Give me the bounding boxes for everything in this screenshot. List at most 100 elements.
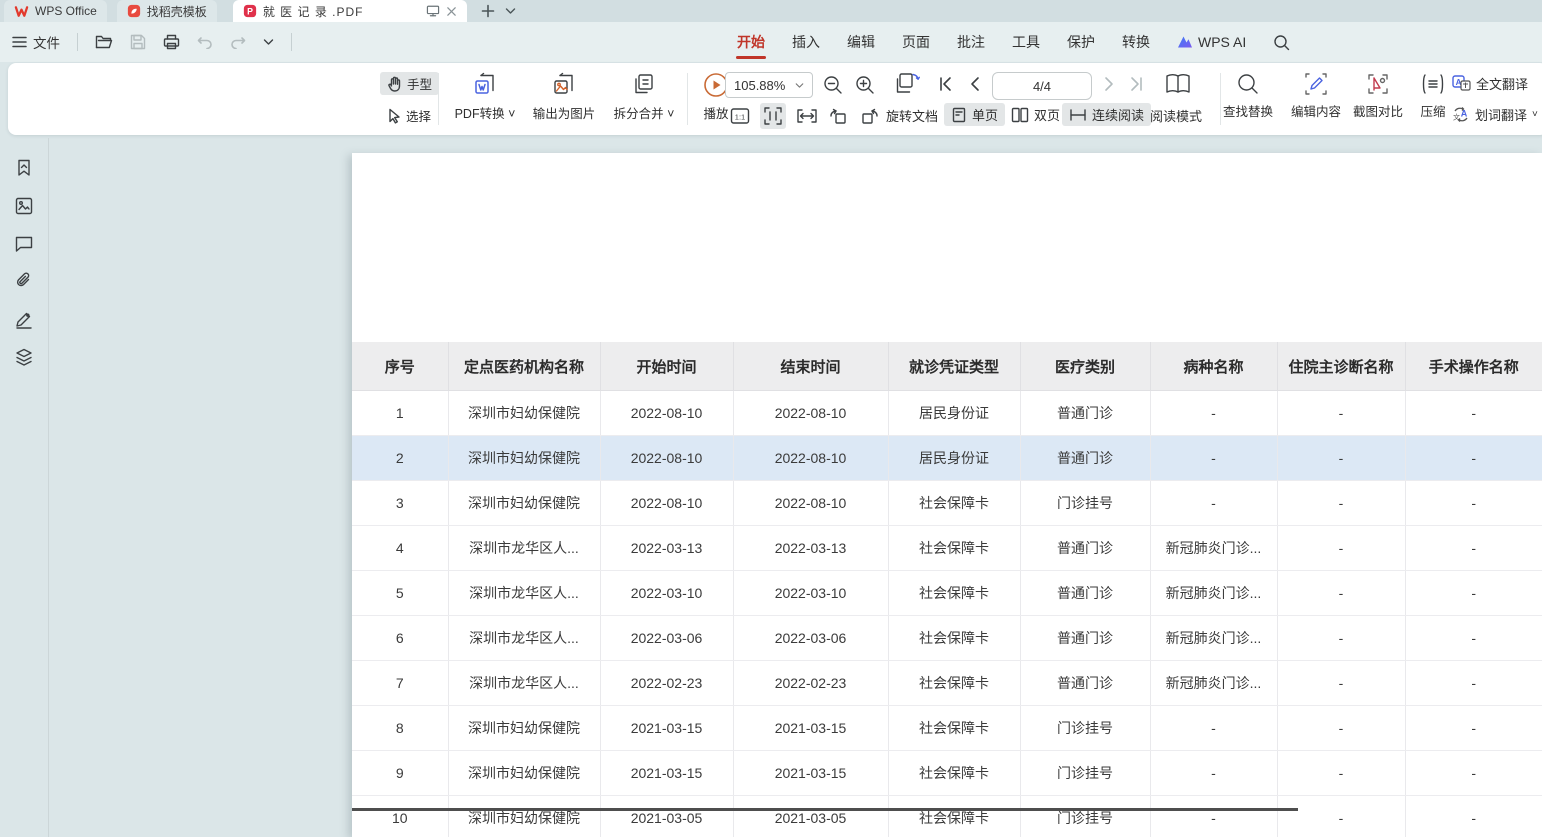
full-translate-label: 全文翻译 [1476, 74, 1528, 93]
hand-tool-button[interactable]: 手型 [380, 72, 439, 95]
table-cell: - [1405, 391, 1542, 436]
print-icon[interactable] [163, 34, 180, 50]
hand-tool-label: 手型 [407, 74, 432, 93]
tab-docer[interactable]: 找稻壳模板 [117, 0, 217, 22]
menu-item-转换[interactable]: 转换 [1122, 22, 1150, 62]
pdf-page-canvas[interactable]: 序号定点医药机构名称开始时间结束时间就诊凭证类型医疗类别病种名称住院主诊断名称手… [352, 153, 1542, 837]
comment-icon[interactable] [14, 234, 34, 253]
table-cell: 深圳市龙华区人... [448, 661, 600, 706]
menu-item-插入[interactable]: 插入 [792, 22, 820, 62]
rotate-left-icon[interactable] [828, 106, 850, 126]
zoom-out-icon[interactable] [822, 74, 844, 96]
table-cell: 新冠肺炎门诊... [1150, 526, 1277, 571]
word-translate-button[interactable]: A 文 划词翻译 ˅ [1452, 105, 1538, 124]
monitor-icon[interactable] [426, 5, 440, 17]
wps-ai-button[interactable]: WPS AI [1177, 34, 1246, 50]
menu-item-页面[interactable]: 页面 [902, 22, 930, 62]
table-cell: 社会保障卡 [888, 796, 1020, 837]
single-page-button[interactable]: 单页 [944, 103, 1005, 126]
menu-item-编辑[interactable]: 编辑 [847, 22, 875, 62]
layers-icon[interactable] [14, 347, 34, 367]
table-cell: 社会保障卡 [888, 571, 1020, 616]
table-row: 9深圳市妇幼保健院2021-03-152021-03-15社会保障卡门诊挂号--… [352, 751, 1542, 796]
screenshot-compare-button[interactable]: 截图对比 [1348, 72, 1408, 120]
table-cell: 2021-03-15 [733, 706, 888, 751]
menu-item-批注[interactable]: 批注 [957, 22, 985, 62]
table-cell: 新冠肺炎门诊... [1150, 661, 1277, 706]
table-cell: 4 [352, 526, 448, 571]
menu-search-button[interactable] [1273, 34, 1290, 51]
table-cell: 2 [352, 436, 448, 481]
actual-size-icon[interactable]: 1:1 [730, 106, 750, 126]
divider [77, 33, 78, 51]
signature-icon[interactable] [14, 309, 34, 329]
read-mode-button[interactable]: 阅读模式 [1150, 106, 1202, 125]
continuous-read-button[interactable]: 连续阅读 [1062, 103, 1151, 126]
export-image-button[interactable]: 输出为图片 [524, 72, 604, 122]
new-tab-icon[interactable] [481, 4, 495, 18]
rotate-document-button[interactable]: 旋转文档 [886, 106, 938, 125]
pdf-convert-button[interactable]: PDF转换 ˅ [448, 72, 522, 122]
column-header: 住院主诊断名称 [1277, 342, 1405, 391]
full-translate-button[interactable]: A 全文翻译 [1452, 74, 1528, 93]
column-header: 定点医药机构名称 [448, 342, 600, 391]
table-cell: 5 [352, 571, 448, 616]
table-cell: 新冠肺炎门诊... [1150, 571, 1277, 616]
undo-icon[interactable] [197, 35, 213, 49]
quickbar-chevron-icon[interactable] [263, 38, 274, 46]
menu-item-工具[interactable]: 工具 [1012, 22, 1040, 62]
table-cell: 2021-03-05 [600, 796, 733, 837]
table-cell: 新冠肺炎门诊... [1150, 616, 1277, 661]
table-row: 5深圳市龙华区人...2022-03-102022-03-10社会保障卡普通门诊… [352, 571, 1542, 616]
tab-label: 找稻壳模板 [147, 3, 207, 20]
compress-label: 压缩 [1420, 101, 1445, 120]
table-cell: - [1277, 571, 1405, 616]
save-icon[interactable] [130, 34, 146, 50]
zoom-level-select[interactable]: 105.88% [725, 72, 813, 98]
read-mode-icon[interactable] [1164, 71, 1192, 97]
table-cell: - [1405, 436, 1542, 481]
svg-text:文: 文 [1453, 113, 1460, 122]
column-header: 开始时间 [600, 342, 733, 391]
continuous-read-icon [1069, 108, 1087, 122]
table-cell: - [1405, 481, 1542, 526]
first-page-icon[interactable] [938, 76, 954, 92]
menu-item-保护[interactable]: 保护 [1067, 22, 1095, 62]
table-cell: - [1277, 616, 1405, 661]
select-tool-button[interactable]: 选择 [380, 104, 438, 127]
redo-icon[interactable] [230, 35, 246, 49]
open-file-icon[interactable] [95, 34, 113, 50]
fit-width-button[interactable] [760, 103, 786, 129]
menu-item-开始[interactable]: 开始 [737, 22, 765, 62]
fit-page-icon[interactable] [796, 106, 818, 126]
ribbon-toolbar: 手型 选择 PDF转换 ˅ 输出为图片 [8, 63, 1542, 135]
next-page-icon[interactable] [1102, 76, 1116, 92]
tab-wps-home[interactable]: WPS Office [4, 0, 107, 22]
rotate-right-icon[interactable] [858, 106, 880, 126]
close-tab-icon[interactable] [446, 6, 457, 17]
edit-content-button[interactable]: 编辑内容 [1286, 72, 1346, 120]
wps-ai-icon [1177, 35, 1193, 49]
zoom-in-icon[interactable] [854, 74, 876, 96]
table-cell: 社会保障卡 [888, 661, 1020, 706]
page-number-input[interactable]: 4/4 [992, 72, 1092, 100]
tab-document-pdf[interactable]: P 就 医 记 录 .PDF [233, 0, 467, 22]
last-page-icon[interactable] [1128, 76, 1144, 92]
single-page-icon [951, 107, 967, 123]
bookmark-icon[interactable] [14, 158, 34, 178]
attachment-icon[interactable] [14, 271, 34, 291]
thumbnail-icon[interactable] [14, 196, 34, 216]
previous-page-icon[interactable] [968, 76, 982, 92]
table-cell: 2021-03-05 [733, 796, 888, 837]
zoom-level-value: 105.88% [734, 78, 785, 93]
svg-text:A: A [1461, 109, 1468, 119]
tab-list-chevron-icon[interactable] [505, 7, 516, 15]
compress-button[interactable]: 压缩 [1410, 72, 1456, 120]
export-image-icon [551, 72, 577, 98]
split-merge-icon [631, 72, 657, 98]
table-row: 8深圳市妇幼保健院2021-03-152021-03-15社会保障卡门诊挂号--… [352, 706, 1542, 751]
find-replace-button[interactable]: 查找替换 [1214, 72, 1282, 120]
split-merge-button[interactable]: 拆分合并 ˅ [606, 72, 682, 122]
rotate-pages-icon[interactable] [894, 71, 922, 97]
file-menu-button[interactable]: 文件 [33, 32, 60, 52]
